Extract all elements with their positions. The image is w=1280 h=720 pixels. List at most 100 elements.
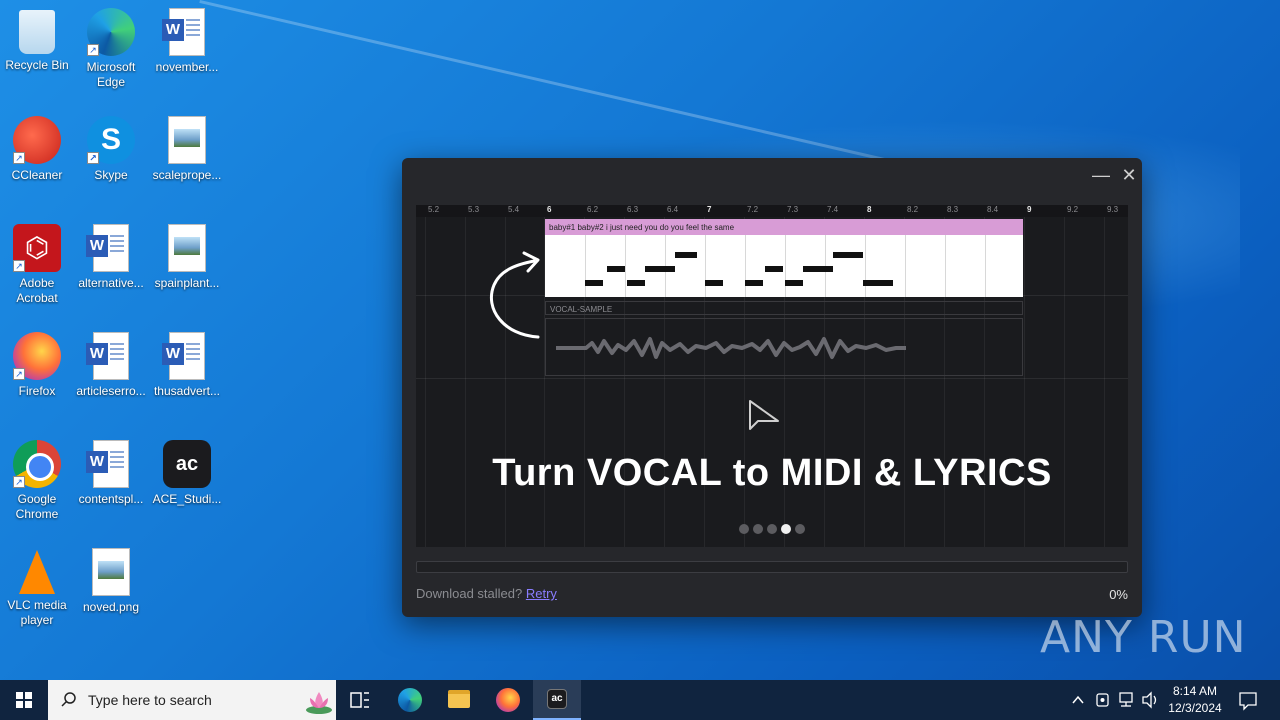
search-placeholder: Type here to search [88, 692, 212, 708]
desktop-icon-scaleprope[interactable]: scaleprope... [150, 116, 224, 183]
ruler-tick-label: 8.4 [987, 205, 999, 214]
carousel-headline: Turn VOCAL to MIDI & LYRICS [492, 452, 1052, 494]
action-center-button[interactable] [1236, 680, 1260, 720]
show-hidden-icons-button[interactable] [1068, 680, 1088, 720]
word-doc-icon: W [86, 440, 129, 488]
carousel-dot-3[interactable] [767, 524, 777, 534]
word-doc-icon: W [86, 332, 129, 380]
desktop-icon-microsoft-edge[interactable]: ↗ Microsoft Edge [74, 8, 148, 90]
desktop-icon-articleserro[interactable]: W articleserro... [74, 332, 148, 399]
ruler-tick-label: 5.3 [468, 205, 480, 214]
midi-grid-line [945, 235, 946, 297]
desktop-icon-label: Microsoft Edge [86, 60, 136, 89]
ruler-tick-label: 8.2 [907, 205, 919, 214]
ruler-tick-label: 6.2 [587, 205, 599, 214]
taskbar-file-explorer[interactable] [435, 680, 483, 720]
firefox-icon [496, 688, 520, 712]
ruler-tick-label: 7.3 [787, 205, 799, 214]
window-titlebar[interactable]: — ✕ [402, 158, 1142, 192]
ruler-tick-label: 7.2 [747, 205, 759, 214]
word-doc-icon: W [162, 332, 205, 380]
carousel-dot-4[interactable] [781, 524, 791, 534]
word-doc-icon: W [162, 8, 205, 56]
taskbar-search-box[interactable]: Type here to search [48, 680, 336, 720]
taskbar: Type here to search ac 8:14 AM 12/3/2024 [0, 680, 1280, 720]
midi-grid-line [785, 235, 786, 297]
desktop-icon-adobe-acrobat[interactable]: ⌬ ↗ Adobe Acrobat [0, 224, 74, 306]
desktop-icon-label: VLC media player [7, 598, 67, 627]
desktop-icon-ccleaner[interactable]: ↗ CCleaner [0, 116, 74, 183]
taskbar-ace-studio[interactable]: ac [533, 680, 581, 720]
taskbar-edge[interactable] [386, 680, 434, 720]
desktop-icon-label: spainplant... [154, 276, 220, 290]
grid-line [1024, 217, 1025, 547]
ruler-tick-label: 5.4 [508, 205, 520, 214]
desktop-icon-ace-studio[interactable]: ac ACE_Studi... [150, 440, 224, 507]
carousel-dot-1[interactable] [739, 524, 749, 534]
image-file-icon [168, 116, 206, 164]
carousel-dot-2[interactable] [753, 524, 763, 534]
close-button[interactable]: ✕ [1118, 164, 1140, 186]
grid-line [1104, 217, 1105, 547]
word-doc-icon: W [86, 224, 129, 272]
desktop-icon-noved-png[interactable]: noved.png [74, 548, 148, 615]
vocal-waveform-clip [545, 318, 1023, 376]
midi-grid-line [905, 235, 906, 297]
midi-grid-line [985, 235, 986, 297]
recycle-bin-icon [19, 10, 55, 54]
shortcut-arrow-icon: ↗ [87, 152, 99, 164]
start-button[interactable] [0, 680, 48, 720]
midi-note [645, 266, 675, 272]
desktop-icon-contentspl[interactable]: W contentspl... [74, 440, 148, 507]
midi-grid-line [585, 235, 586, 297]
ruler-tick-label: 6.4 [667, 205, 679, 214]
midi-grid-line [625, 235, 626, 297]
taskbar-clock[interactable]: 8:14 AM 12/3/2024 [1160, 683, 1230, 717]
firefox-icon: ↗ [13, 332, 61, 380]
shortcut-arrow-icon: ↗ [13, 476, 25, 488]
feature-carousel-slide: 5.2 5.3 5.4 6 6.2 6.3 6.4 7 7.2 7.3 7.4 8 8.2 8.3 8.4 9… [416, 205, 1128, 547]
taskbar-firefox[interactable] [484, 680, 532, 720]
desktop-icon-thusadvert[interactable]: W thusadvert... [150, 332, 224, 399]
search-icon [61, 692, 76, 707]
acrobat-icon: ⌬ ↗ [13, 224, 61, 272]
image-file-icon [168, 224, 206, 272]
desktop-icon-google-chrome[interactable]: ↗ Google Chrome [0, 440, 74, 522]
desktop-icon-recycle-bin[interactable]: Recycle Bin [0, 8, 74, 73]
lotus-decoration-icon [306, 692, 332, 714]
timeline-ruler: 5.2 5.3 5.4 6 6.2 6.3 6.4 7 7.2 7.3 7.4 8 8.2 8.3 8.4 9… [416, 205, 1128, 217]
tray-volume[interactable] [1140, 680, 1162, 720]
desktop-icon-vlc[interactable]: VLC media player [0, 548, 74, 628]
desktop-icon-label: alternative... [78, 276, 144, 290]
midi-note [607, 266, 625, 272]
desktop-icon-label: noved.png [82, 600, 140, 614]
tray-network[interactable] [1116, 680, 1138, 720]
ruler-tick-label: 9.2 [1067, 205, 1079, 214]
tray-meet-now[interactable] [1092, 680, 1114, 720]
midi-note [863, 280, 893, 286]
desktop-icon-label: Google Chrome [15, 492, 59, 521]
desktop-icon-label: thusadvert... [153, 384, 221, 398]
carousel-dot-5[interactable] [795, 524, 805, 534]
clock-date: 12/3/2024 [1168, 701, 1222, 715]
windows-logo-icon [16, 692, 32, 708]
shortcut-arrow-icon: ↗ [13, 368, 25, 380]
midi-grid-line [745, 235, 746, 297]
desktop-icon-november[interactable]: W november... [150, 8, 224, 75]
task-view-button[interactable] [336, 680, 384, 720]
desktop-icon-alternative[interactable]: W alternative... [74, 224, 148, 291]
volume-icon [1142, 691, 1157, 709]
desktop-icon-firefox[interactable]: ↗ Firefox [0, 332, 74, 399]
desktop-icon-skype[interactable]: S ↗ Skype [74, 116, 148, 183]
midi-note [785, 280, 803, 286]
task-view-icon [350, 692, 369, 708]
chrome-icon: ↗ [13, 440, 61, 488]
midi-grid-line [865, 235, 866, 297]
device-icon [1096, 693, 1109, 707]
retry-link[interactable]: Retry [526, 586, 557, 601]
edge-icon: ↗ [87, 8, 135, 56]
desktop-icon-label: Adobe Acrobat [16, 276, 58, 305]
desktop-icon-spainplant[interactable]: spainplant... [150, 224, 224, 291]
minimize-button[interactable]: — [1090, 164, 1112, 186]
desktop-icon-label: Skype [94, 168, 128, 182]
